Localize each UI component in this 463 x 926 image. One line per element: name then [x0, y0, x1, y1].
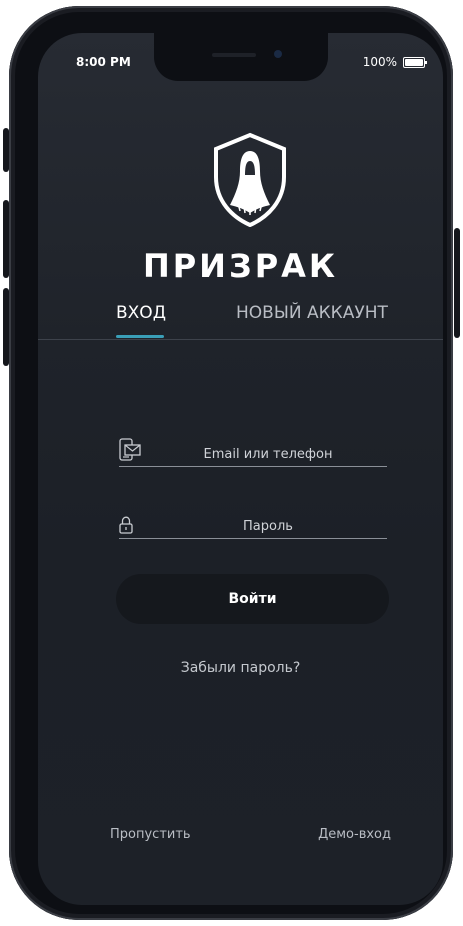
auth-tabs: ВХОД НОВЫЙ АККАУНТ — [38, 303, 443, 340]
front-camera — [274, 50, 282, 58]
speaker — [212, 53, 256, 57]
battery-percent: 100% — [362, 55, 397, 69]
battery-icon — [403, 56, 427, 68]
status-battery: 100% — [362, 55, 427, 69]
forgot-password-link[interactable]: Забыли пароль? — [38, 660, 443, 676]
email-input[interactable] — [149, 447, 387, 462]
status-time: 8:00 PM — [76, 55, 131, 69]
phone-mail-icon — [119, 438, 141, 461]
password-field — [119, 508, 387, 539]
email-field — [119, 436, 387, 467]
phone-frame: 8:00 PM 100% ПРИЗРАК ВХОД НОВЫЙ АККАУНТ — [9, 6, 453, 920]
login-button[interactable]: Войти — [116, 574, 389, 624]
tab-new-account[interactable]: НОВЫЙ АККАУНТ — [236, 303, 388, 323]
demo-login-link[interactable]: Демо-вход — [318, 827, 391, 842]
password-input[interactable] — [149, 519, 387, 534]
app-screen: 8:00 PM 100% ПРИЗРАК ВХОД НОВЫЙ АККАУНТ — [38, 33, 443, 905]
tab-login[interactable]: ВХОД — [116, 303, 166, 323]
notch — [154, 33, 328, 81]
skip-link[interactable]: Пропустить — [110, 827, 191, 842]
lock-icon — [119, 516, 133, 534]
brand-name: ПРИЗРАК — [142, 247, 339, 285]
ghost-shield-icon — [214, 132, 286, 227]
active-tab-indicator — [116, 335, 164, 338]
power-button — [454, 228, 460, 338]
